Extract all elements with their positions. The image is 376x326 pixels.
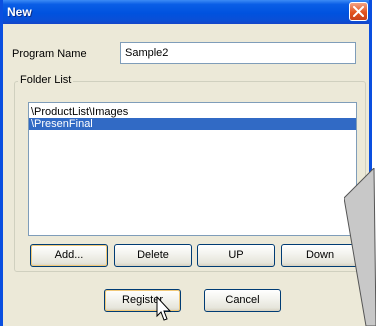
mouse-pointer-icon [156,295,172,321]
title-bar[interactable]: New [3,0,369,24]
cancel-button[interactable]: Cancel [204,289,281,312]
folder-list-box[interactable]: \ProductList\Images \PresenFinal [28,102,357,236]
list-item[interactable]: \ProductList\Images [29,106,356,118]
program-name-label: Program Name [12,48,87,60]
dialog-window: New Program Name Sample2 Folder List \Pr… [0,0,372,326]
list-item[interactable]: \PresenFinal [29,118,356,130]
callout-arrow-shape [344,168,376,326]
folder-list-legend: Folder List [18,74,74,86]
close-button[interactable] [349,2,368,21]
program-name-input[interactable]: Sample2 [120,42,356,64]
delete-button[interactable]: Delete [114,244,192,267]
add-button[interactable]: Add... [30,244,108,267]
close-icon [353,6,364,17]
window-title: New [7,5,32,19]
up-button[interactable]: UP [197,244,275,267]
